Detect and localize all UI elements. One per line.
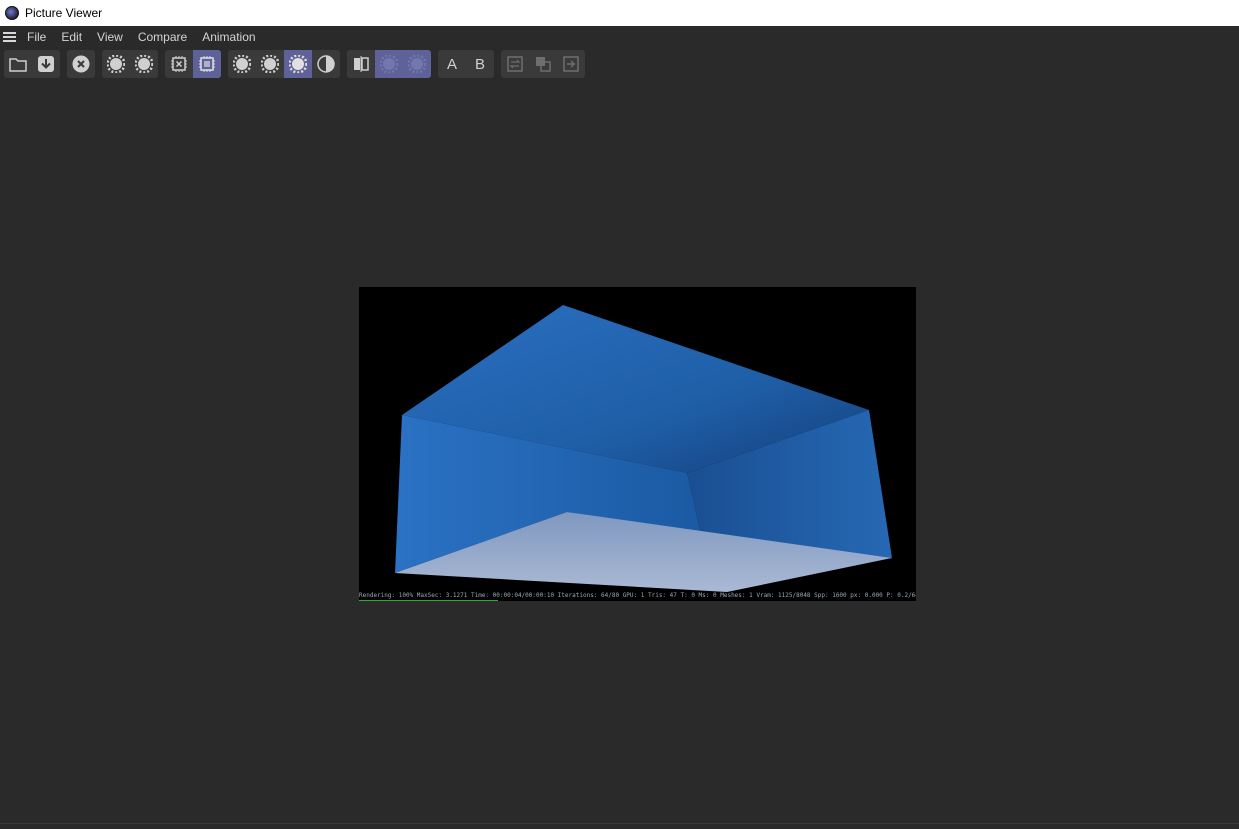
stop-render-button[interactable] (67, 50, 95, 78)
cinema4d-icon (5, 6, 19, 20)
b-button[interactable]: B (466, 50, 494, 78)
gear-disabled-a-icon (380, 55, 398, 73)
menu-view[interactable]: View (97, 30, 123, 44)
b-label: B (474, 55, 485, 73)
overlay-icon (536, 57, 551, 72)
gear-a-button[interactable] (228, 50, 256, 78)
swap-icon (507, 56, 523, 72)
toolbar-group-ab: A B (438, 50, 494, 78)
gear-disabled-a-button[interactable] (375, 50, 403, 78)
title-bar: Picture Viewer (0, 0, 1239, 26)
chip-list-icon (199, 56, 215, 72)
render-viewport[interactable]: Rendering: 100% MaxSec: 3.1271 Time: 00:… (359, 287, 916, 601)
gear-b-icon (261, 55, 279, 73)
a-button[interactable]: A (438, 50, 466, 78)
menu-animation[interactable]: Animation (202, 30, 255, 44)
chip-x-icon (171, 56, 187, 72)
render-stats-text: Rendering: 100% MaxSec: 3.1271 Time: 00:… (359, 592, 916, 599)
render-button[interactable] (102, 50, 130, 78)
menu-edit[interactable]: Edit (61, 30, 82, 44)
open-button[interactable] (4, 50, 32, 78)
stop-render-icon (72, 55, 90, 73)
save-button[interactable] (32, 50, 60, 78)
contrast-icon (317, 55, 335, 73)
gear-c-button[interactable] (284, 50, 312, 78)
menu-compare[interactable]: Compare (138, 30, 187, 44)
menu-file[interactable]: File (27, 30, 46, 44)
toolbar-group-file (4, 50, 60, 78)
hamburger-menu-icon[interactable] (3, 32, 16, 42)
gear-a-icon (233, 55, 251, 73)
toolbar: A B (4, 50, 592, 78)
window-title: Picture Viewer (25, 6, 103, 20)
menu-bar: File Edit View Compare Animation (0, 26, 1239, 48)
toolbar-group-stop (67, 50, 95, 78)
status-bar (0, 823, 1239, 829)
chip-x-button[interactable] (165, 50, 193, 78)
chip-list-button[interactable] (193, 50, 221, 78)
render-gear-icon (107, 55, 125, 73)
gear-c-icon (289, 55, 307, 73)
toolbar-group-ab-tools (501, 50, 585, 78)
toolbar-group-render (102, 50, 158, 78)
gear-disabled-b-button[interactable] (403, 50, 431, 78)
toolbar-group-chip (165, 50, 221, 78)
save-download-icon (38, 56, 54, 72)
toolbar-group-compare (347, 50, 431, 78)
render-alt-button[interactable] (130, 50, 158, 78)
overlay-button[interactable] (529, 50, 557, 78)
gear-disabled-b-icon (408, 55, 426, 73)
compare-split-icon (354, 56, 369, 72)
swap-button[interactable] (501, 50, 529, 78)
export-button[interactable] (557, 50, 585, 78)
render-gear-alt-icon (135, 55, 153, 73)
compare-split-button[interactable] (347, 50, 375, 78)
render-progress-bar (359, 600, 499, 601)
a-label: A (446, 55, 457, 73)
gear-b-button[interactable] (256, 50, 284, 78)
render-image (395, 305, 892, 592)
open-folder-icon (9, 58, 27, 72)
toolbar-group-view (228, 50, 340, 78)
export-icon (563, 56, 579, 72)
contrast-button[interactable] (312, 50, 340, 78)
